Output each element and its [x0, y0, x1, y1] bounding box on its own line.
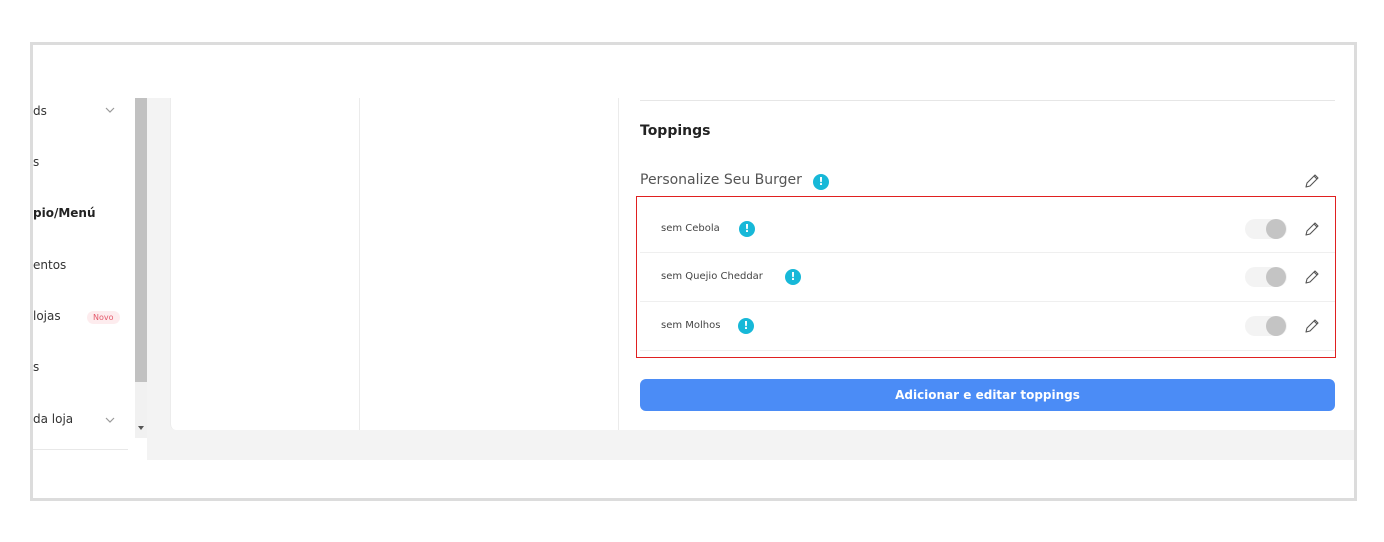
- sidebar-item-lojas[interactable]: lojas: [33, 309, 61, 323]
- pencil-icon[interactable]: [1303, 172, 1321, 190]
- sidebar: ds s pio/Menú entos lojas Novo s da loja: [33, 45, 135, 498]
- new-badge: Novo: [87, 311, 120, 324]
- sidebar-item-cardapio[interactable]: pio/Menú: [33, 206, 96, 220]
- add-edit-toppings-button[interactable]: Adicionar e editar toppings: [640, 379, 1335, 411]
- sidebar-item-label: ds: [33, 104, 47, 118]
- chevron-down-icon[interactable]: [105, 107, 115, 113]
- topping-group-title: Personalize Seu Burger: [640, 172, 802, 188]
- sidebar-item-label: s: [33, 155, 40, 169]
- column-divider: [359, 98, 360, 430]
- info-icon[interactable]: !: [813, 174, 829, 190]
- sidebar-item-1[interactable]: ds: [33, 104, 47, 118]
- sidebar-scrollbar-thumb[interactable]: [135, 98, 147, 382]
- sidebar-item-4[interactable]: entos: [33, 258, 66, 272]
- app-frame: ds s pio/Menú entos lojas Novo s da loja: [30, 42, 1357, 501]
- sidebar-item-label: da loja: [33, 412, 74, 426]
- sidebar-item-7[interactable]: da loja: [33, 412, 73, 426]
- sidebar-item-label: s: [33, 360, 40, 374]
- column-divider: [618, 98, 619, 430]
- sidebar-item-label: lojas: [33, 309, 61, 323]
- divider: [640, 100, 1335, 101]
- divider: [33, 449, 128, 450]
- scroll-down-arrow-icon[interactable]: [138, 426, 144, 430]
- sidebar-item-label: pio/Menú: [33, 206, 96, 220]
- sidebar-item-2[interactable]: s: [33, 155, 39, 169]
- sidebar-item-6[interactable]: s: [33, 360, 39, 374]
- section-title: Toppings: [640, 123, 711, 139]
- sidebar-item-label: entos: [33, 258, 67, 272]
- highlight-annotation: [636, 196, 1336, 358]
- chevron-down-icon[interactable]: [105, 417, 115, 423]
